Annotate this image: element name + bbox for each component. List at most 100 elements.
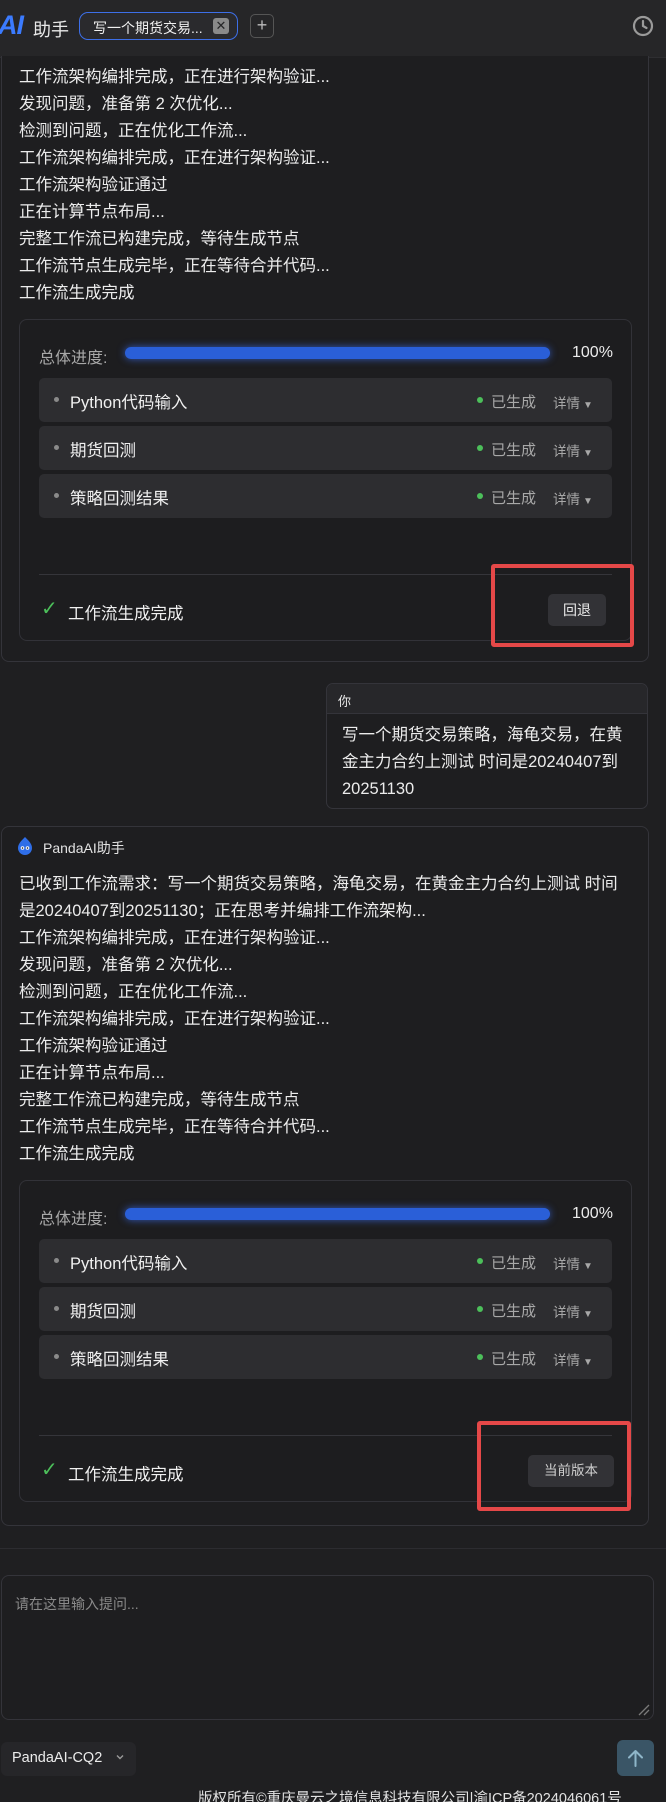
- details-label: 详情: [553, 492, 580, 507]
- node-row: Python代码输入 已生成 详情 ▼: [39, 378, 612, 422]
- message-line: 工作流生成完成: [19, 1145, 135, 1163]
- rollback-button[interactable]: 回退: [548, 594, 606, 626]
- message-line: 工作流节点生成完毕，正在等待合并代码...: [19, 257, 330, 275]
- user-message-body: 写一个期货交易策略，海龟交易，在黄 金主力合约上测试 时间是20240407到 …: [342, 722, 623, 803]
- node-status: 已生成: [491, 394, 537, 411]
- prompt-input[interactable]: [2, 1576, 653, 1719]
- progress-label: 总体进度:: [39, 1211, 108, 1228]
- bullet-icon: [54, 1258, 59, 1263]
- caret-down-icon: ▼: [583, 496, 593, 507]
- top-bar: AI 助手 写一个期货交易... ✕ +: [0, 0, 666, 58]
- divider: [0, 1548, 666, 1549]
- workflow-done-text: 工作流生成完成: [68, 1466, 184, 1484]
- message-line: 正在计算节点布局...: [19, 1064, 165, 1082]
- message-line: 完整工作流已构建完成，等待生成节点: [19, 1091, 300, 1109]
- divider: [39, 574, 612, 575]
- details-toggle[interactable]: 详情 ▼: [553, 440, 593, 460]
- user-message: 你 写一个期货交易策略，海龟交易，在黄 金主力合约上测试 时间是20240407…: [326, 683, 648, 809]
- message-line: 已收到工作流需求：写一个期货交易策略，海龟交易，在黄金主力合约上测试 时间: [19, 875, 618, 893]
- status-dot-icon: [477, 445, 483, 451]
- user-name: 你: [338, 694, 352, 709]
- user-message-header: 你: [327, 684, 647, 714]
- status-dot-icon: [477, 1258, 483, 1264]
- clock-history-icon[interactable]: [631, 14, 655, 38]
- message-line: 是20240407到20251130；正在思考并编排工作流架构...: [19, 902, 426, 920]
- node-name: 策略回测结果: [70, 1351, 169, 1369]
- message-line: 工作流架构编排完成，正在进行架构验证...: [19, 929, 330, 947]
- message-line: 工作流架构验证通过: [19, 1037, 168, 1055]
- new-tab-button[interactable]: +: [250, 14, 274, 38]
- node-row: 策略回测结果 已生成 详情 ▼: [39, 474, 612, 518]
- check-icon: ✓: [41, 1459, 58, 1481]
- divider: [39, 1435, 612, 1436]
- progress-bar: [125, 1208, 550, 1220]
- status-dot-icon: [477, 1354, 483, 1360]
- model-select[interactable]: PandaAI-CQ2: [1, 1742, 136, 1776]
- progress-percent: 100%: [572, 1205, 613, 1222]
- assistant-name: PandaAI助手: [43, 840, 125, 856]
- node-row: 期货回测 已生成 详情 ▼: [39, 1287, 612, 1331]
- node-row: 策略回测结果 已生成 详情 ▼: [39, 1335, 612, 1379]
- node-status: 已生成: [491, 442, 537, 459]
- progress-percent: 100%: [572, 344, 613, 361]
- node-name: 策略回测结果: [70, 490, 169, 508]
- panda-logo-icon: [18, 837, 32, 855]
- app-logo: AI: [0, 10, 24, 40]
- details-toggle[interactable]: 详情 ▼: [553, 488, 593, 508]
- status-dot-icon: [477, 493, 483, 499]
- model-name: PandaAI-CQ2: [12, 1750, 103, 1766]
- workflow-progress-panel: 总体进度: 100% Python代码输入 已生成 详情 ▼ 期货回测 已生成 详…: [19, 1180, 632, 1502]
- bullet-icon: [54, 1306, 59, 1311]
- resize-handle-icon[interactable]: [634, 1700, 650, 1716]
- details-label: 详情: [553, 396, 580, 411]
- progress-bar-fill: [125, 1208, 550, 1220]
- message-line: 工作流节点生成完毕，正在等待合并代码...: [19, 1118, 330, 1136]
- message-line: 工作流架构编排完成，正在进行架构验证...: [19, 68, 330, 86]
- tab-label: 写一个期货交易...: [93, 20, 203, 36]
- bullet-icon: [54, 1354, 59, 1359]
- details-label: 详情: [553, 1257, 580, 1272]
- node-name: Python代码输入: [70, 1255, 188, 1273]
- chevron-down-icon: [116, 1755, 124, 1760]
- details-toggle[interactable]: 详情 ▼: [553, 1253, 593, 1273]
- message-line: 写一个期货交易策略，海龟交易，在黄: [342, 726, 623, 744]
- node-status: 已生成: [491, 1255, 537, 1272]
- message-line: 工作流架构编排完成，正在进行架构验证...: [19, 1010, 330, 1028]
- message-line: 发现问题，准备第 2 次优化...: [19, 95, 233, 113]
- send-button[interactable]: [617, 1740, 654, 1776]
- details-label: 详情: [553, 444, 580, 459]
- message-line: 工作流架构验证通过: [19, 176, 168, 194]
- message-line: 发现问题，准备第 2 次优化...: [19, 956, 233, 974]
- node-name: 期货回测: [70, 442, 136, 460]
- tab-current-chat[interactable]: 写一个期货交易... ✕: [79, 12, 238, 40]
- message-body: 已收到工作流需求：写一个期货交易策略，海龟交易，在黄金主力合约上测试 时间 是2…: [19, 871, 618, 1168]
- message-line: 金主力合约上测试 时间是20240407到: [342, 753, 618, 771]
- status-dot-icon: [477, 397, 483, 403]
- node-name: Python代码输入: [70, 394, 188, 412]
- message-line: 20251130: [342, 780, 415, 798]
- workflow-progress-panel: 总体进度: 100% Python代码输入 已生成 详情 ▼ 期货回测 已生成 详…: [19, 319, 632, 641]
- caret-down-icon: ▼: [583, 1261, 593, 1272]
- message-line: 检测到问题，正在优化工作流...: [19, 983, 248, 1001]
- app-name: 助手: [33, 20, 69, 40]
- node-status: 已生成: [491, 1303, 537, 1320]
- caret-down-icon: ▼: [583, 400, 593, 411]
- prompt-input-box: [1, 1575, 654, 1720]
- bullet-icon: [54, 445, 59, 450]
- node-row: Python代码输入 已生成 详情 ▼: [39, 1239, 612, 1283]
- details-toggle[interactable]: 详情 ▼: [553, 1301, 593, 1321]
- details-toggle[interactable]: 详情 ▼: [553, 392, 593, 412]
- node-row: 期货回测 已生成 详情 ▼: [39, 426, 612, 470]
- close-icon[interactable]: ✕: [213, 18, 229, 34]
- footer-copyright: 版权所有©重庆曼云之境信息科技有限公司|渝ICP备2024046061号: [198, 1791, 622, 1802]
- message-body: 工作流架构编排完成，正在进行架构验证... 发现问题，准备第 2 次优化... …: [19, 64, 330, 307]
- message-line: 工作流生成完成: [19, 284, 135, 302]
- current-version-button[interactable]: 当前版本: [528, 1455, 614, 1487]
- details-toggle[interactable]: 详情 ▼: [553, 1349, 593, 1369]
- progress-bar-fill: [125, 347, 550, 359]
- caret-down-icon: ▼: [583, 1357, 593, 1368]
- node-status: 已生成: [491, 1351, 537, 1368]
- workflow-done-text: 工作流生成完成: [68, 605, 184, 623]
- caret-down-icon: ▼: [583, 1309, 593, 1320]
- arrow-up-icon: [628, 1750, 643, 1767]
